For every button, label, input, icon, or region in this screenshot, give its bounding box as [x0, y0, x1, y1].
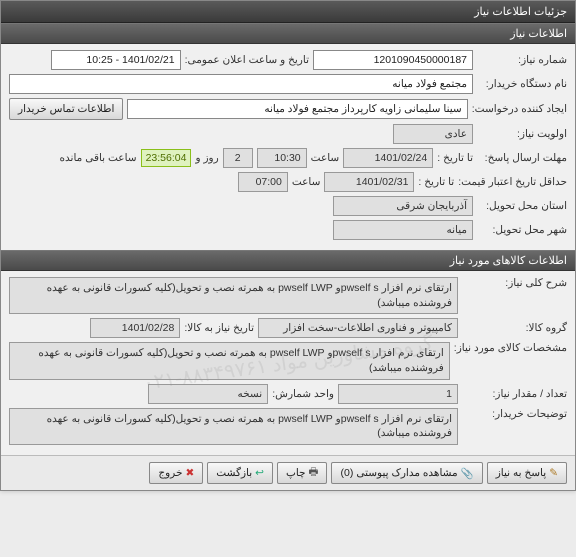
delivery-city-label: شهر محل تحویل:: [477, 224, 567, 236]
delivery-province-field: آذربایجان شرقی: [333, 196, 473, 216]
window-title: جزئیات اطلاعات نیاز: [474, 6, 567, 18]
item-desc-label: شرح کلی نیاز:: [462, 277, 567, 289]
unit-field: نسخه: [148, 384, 268, 404]
creator-label: ایجاد کننده درخواست:: [472, 103, 567, 115]
main-window: جزئیات اطلاعات نیاز اطلاعات نیاز شماره ن…: [0, 0, 576, 491]
public-announce-label: تاریخ و ساعت اعلان عمومی:: [185, 54, 309, 66]
reply-icon: ✎: [549, 467, 558, 479]
reply-need-label: پاسخ به نیاز: [496, 467, 546, 479]
section-need-info-header: اطلاعات نیاز: [1, 23, 575, 44]
footer-toolbar: ✎ پاسخ به نیاز 📎 مشاهده مدارک پیوستی (0)…: [1, 455, 575, 490]
spec-field: ارتقای نرم افزار pwself sو pwself LWP به…: [9, 342, 450, 379]
buyer-notes-label: توضیحات خریدار:: [462, 408, 567, 420]
reply-time-field: 10:30: [257, 148, 307, 168]
priority-field: عادی: [393, 124, 473, 144]
days-and-label: روز و: [195, 152, 218, 164]
back-button[interactable]: ↩ بازگشت: [207, 462, 273, 484]
need-item-date-field: 1401/02/28: [90, 318, 180, 338]
exit-label: خروج: [158, 467, 182, 479]
days-count-field: 2: [223, 148, 253, 168]
exit-button[interactable]: ✖ خروج: [149, 462, 203, 484]
until-label-2: تا تاریخ :: [418, 176, 454, 188]
section-need-info-title: اطلاعات نیاز: [510, 28, 567, 40]
print-button[interactable]: 🖶 چاپ: [277, 462, 328, 484]
group-label: گروه کالا:: [462, 322, 567, 334]
print-icon: 🖶: [309, 464, 319, 482]
price-valid-time-field: 07:00: [238, 172, 288, 192]
need-no-label: شماره نیاز:: [477, 54, 567, 66]
need-item-date-label: تاریخ نیاز به کالا:: [184, 322, 254, 334]
public-announce-field: 1401/02/21 - 10:25: [51, 50, 181, 70]
until-label-1: تا تاریخ :: [437, 152, 473, 164]
reply-need-button[interactable]: ✎ پاسخ به نیاز: [487, 462, 567, 484]
section-goods-header: اطلاعات کالاهای مورد نیاز: [1, 250, 575, 271]
time-label-1: ساعت: [311, 152, 340, 164]
section-goods-title: اطلاعات کالاهای مورد نیاز: [450, 255, 567, 267]
qty-field: 1: [338, 384, 458, 404]
goods-content: گروه مشاورین مواد ۸۸۳۴۹۷۶۱-۰۲۱ شرح کلی ن…: [1, 271, 575, 455]
remaining-time-field: 23:56:04: [141, 149, 192, 167]
window-title-bar: جزئیات اطلاعات نیاز: [1, 1, 575, 23]
need-no-field: 1201090450000187: [313, 50, 473, 70]
buyer-notes-field: ارتقای نرم افزار pwself sو pwself LWP به…: [9, 408, 458, 445]
time-label-2: ساعت: [292, 176, 321, 188]
buyer-org-label: نام دستگاه خریدار:: [477, 78, 567, 90]
buyer-org-field: مجتمع فولاد میانه: [9, 74, 473, 94]
reply-deadline-label: مهلت ارسال پاسخ:: [477, 152, 567, 164]
qty-label: تعداد / مقدار نیاز:: [462, 388, 567, 400]
spec-label: مشخصات کالای مورد نیاز:: [454, 342, 567, 354]
back-icon: ↩: [255, 467, 264, 479]
back-label: بازگشت: [216, 467, 252, 479]
reply-date-field: 1401/02/24: [343, 148, 433, 168]
creator-field: سینا سلیمانی زاویه کارپرداز مجتمع فولاد …: [127, 99, 467, 119]
exit-icon: ✖: [185, 467, 194, 479]
unit-label: واحد شمارش:: [272, 388, 334, 400]
print-label: چاپ: [286, 467, 306, 479]
view-attachments-label: مشاهده مدارک پیوستی: [356, 467, 457, 479]
buyer-contact-label: اطلاعات تماس خریدار: [18, 103, 114, 115]
attachment-icon: 📎: [461, 467, 474, 480]
attachment-count: (0): [340, 467, 353, 479]
delivery-province-label: استان محل تحویل:: [477, 200, 567, 212]
remaining-label: ساعت باقی مانده: [60, 152, 137, 164]
item-desc-field: ارتقای نرم افزار pwself sو pwself LWP به…: [9, 277, 458, 314]
price-valid-date-field: 1401/02/31: [324, 172, 414, 192]
priority-label: اولویت نیاز:: [477, 128, 567, 140]
group-field: کامپیوتر و فناوری اطلاعات-سخت افزار: [258, 318, 458, 338]
buyer-contact-button[interactable]: اطلاعات تماس خریدار: [9, 98, 123, 120]
delivery-city-field: میانه: [333, 220, 473, 240]
price-validity-label: حداقل تاریخ اعتبار قیمت:: [458, 176, 567, 188]
view-attachments-button[interactable]: 📎 مشاهده مدارک پیوستی (0): [331, 462, 482, 484]
need-info-content: شماره نیاز: 1201090450000187 تاریخ و ساع…: [1, 44, 575, 250]
